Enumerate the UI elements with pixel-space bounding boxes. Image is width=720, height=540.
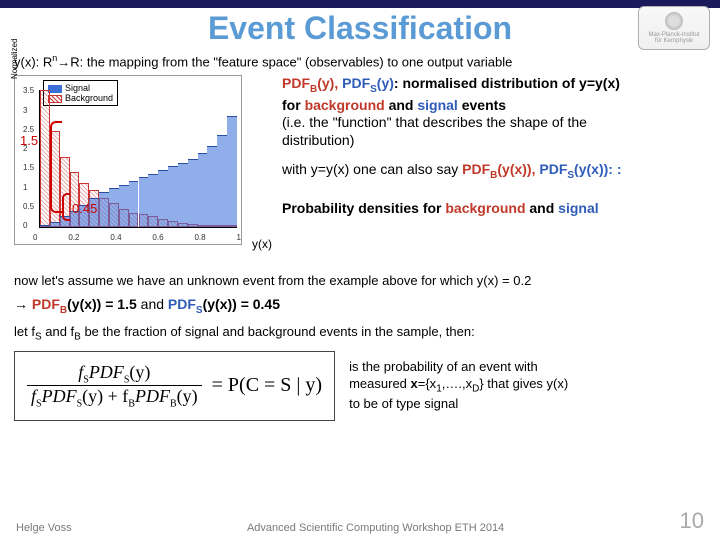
footer-venue: Advanced Scientific Computing Workshop E… <box>247 522 504 534</box>
chart-region: Normalized Signal Background 0 0.2 0.4 0… <box>14 75 274 265</box>
map-lhs: y(x): R <box>14 54 52 69</box>
sig-bar <box>188 159 198 228</box>
xtick: 0.6 <box>152 233 163 242</box>
anno-sig-value: 0.45 <box>72 201 97 216</box>
slide-footer: Helge Voss Advanced Scientific Computing… <box>0 508 720 534</box>
ytick: 0.5 <box>23 202 34 211</box>
header-bar <box>0 0 720 8</box>
pdf-description: PDFB(y), PDFS(y): normalised distributio… <box>282 75 706 265</box>
logo-line2: für Kernphysik <box>655 38 693 44</box>
fraction-line: let fS and fB be the fraction of signal … <box>14 324 706 343</box>
events-word: events <box>458 97 506 113</box>
pdfs-result: (y(x)) = 0.45 <box>203 296 280 312</box>
sig-bar <box>50 222 60 228</box>
sig-bar <box>109 188 119 227</box>
pdfs-value: PDFS <box>168 296 203 312</box>
brace-signal <box>62 193 70 221</box>
xtick: 0.2 <box>68 233 79 242</box>
pdfb-value: PDFB <box>32 296 67 312</box>
footer-author: Helge Voss <box>16 522 72 534</box>
pdfb-yx: PDFB(y(x)), <box>462 161 539 177</box>
sig-bar <box>139 177 149 227</box>
sig-bar <box>158 170 168 227</box>
and-sep: and <box>137 296 168 312</box>
logo-icon <box>665 12 683 30</box>
equation-rhs: = P(C = S | y) <box>212 374 322 397</box>
sig-word-2: signal <box>558 200 598 216</box>
sig-bar <box>129 181 139 227</box>
and-word: and <box>385 97 418 113</box>
ytick: 1 <box>23 183 34 192</box>
xtick: 0.4 <box>110 233 121 242</box>
probdens-label: Probability densities for <box>282 200 445 216</box>
sig-bar <box>168 166 178 227</box>
bkg-word: background <box>305 97 385 113</box>
pdfs-yx: PDFS(y(x)): : <box>539 161 621 177</box>
ytick: 1.5 <box>23 163 34 172</box>
probability-equation: fSPDFS(y) fSPDFS(y) + fBPDFB(y) = P(C = … <box>14 351 335 421</box>
pdf-yx-intro: with y=y(x) one can also say <box>282 161 462 177</box>
institute-logo: Max-Planck-Institut für Kernphysik <box>638 6 710 50</box>
result-line: → PDFB(y(x)) = 1.5 and PDFS(y(x)) = 0.45 <box>14 296 706 316</box>
sig-bar <box>178 163 188 228</box>
y-ticks: 0 0.5 1 1.5 2 2.5 3 3.5 <box>23 86 34 230</box>
pdfs-label: PDFS(y) <box>342 75 394 91</box>
page-number: 10 <box>680 508 704 534</box>
sig-bar <box>217 135 227 228</box>
eq-exp-2: measured x={x1,….,xD} that gives y(x) <box>349 376 706 396</box>
sig-word: signal <box>417 97 457 113</box>
denominator: fSPDFS(y) + fBPDFB(y) <box>27 386 202 410</box>
equation-row: fSPDFS(y) fSPDFS(y) + fBPDFB(y) = P(C = … <box>14 351 706 421</box>
arrow-icon: → <box>57 54 70 69</box>
x-axis-label: y(x) <box>252 237 272 251</box>
pdf-desc-2: (i.e. the "function" that describes the … <box>282 114 706 132</box>
pdf-desc-3: distribution) <box>282 132 706 150</box>
sig-bar <box>119 185 129 228</box>
slide-body: y(x): Rn→R: the mapping from the "featur… <box>0 47 720 421</box>
pdfb-label: PDFB(y), <box>282 75 342 91</box>
arrow-icon-2: → <box>14 296 32 312</box>
sig-bar <box>198 153 208 227</box>
sig-bar <box>148 174 158 228</box>
ytick: 3 <box>23 106 34 115</box>
sig-bar <box>227 116 237 227</box>
pdf-chart: Normalized Signal Background 0 0.2 0.4 0… <box>14 75 242 245</box>
sig-bar <box>99 192 109 227</box>
xtick: 0.8 <box>194 233 205 242</box>
and-word-2: and <box>526 200 559 216</box>
pdf-for: for <box>282 97 305 113</box>
ytick: 0 <box>23 221 34 230</box>
x-ticks: 0 0.2 0.4 0.6 0.8 1 <box>33 233 241 242</box>
pdfb-result: (y(x)) = 1.5 <box>67 296 137 312</box>
equation-explanation: is the probability of an event with meas… <box>349 359 706 412</box>
sig-bar <box>207 146 217 227</box>
map-rhs: R: the mapping from the "feature space" … <box>70 54 512 69</box>
eq-exp-1: is the probability of an event with <box>349 359 706 376</box>
pdf-desc-1: : normalised distribution of y=y(x) <box>394 75 620 91</box>
numerator: fSPDFS(y) <box>74 362 154 386</box>
fraction: fSPDFS(y) fSPDFS(y) + fBPDFB(y) <box>27 362 202 410</box>
mapping-definition: y(x): Rn→R: the mapping from the "featur… <box>14 53 706 69</box>
mid-row: Normalized Signal Background 0 0.2 0.4 0… <box>14 75 706 265</box>
brace-background <box>50 121 62 213</box>
ytick: 3.5 <box>23 86 34 95</box>
assume-line: now let's assume we have an unknown even… <box>14 273 706 288</box>
bkg-bar <box>40 90 50 227</box>
slide-title: Event Classification <box>0 10 720 47</box>
eq-exp-3: to be of type signal <box>349 396 706 413</box>
xtick: 1 <box>236 233 240 242</box>
anno-bkg-value: 1.5 <box>20 133 38 148</box>
bkg-word-2: background <box>445 200 525 216</box>
xtick: 0 <box>33 233 37 242</box>
sig-bar <box>40 225 50 227</box>
y-axis-label: Normalized <box>10 39 19 79</box>
